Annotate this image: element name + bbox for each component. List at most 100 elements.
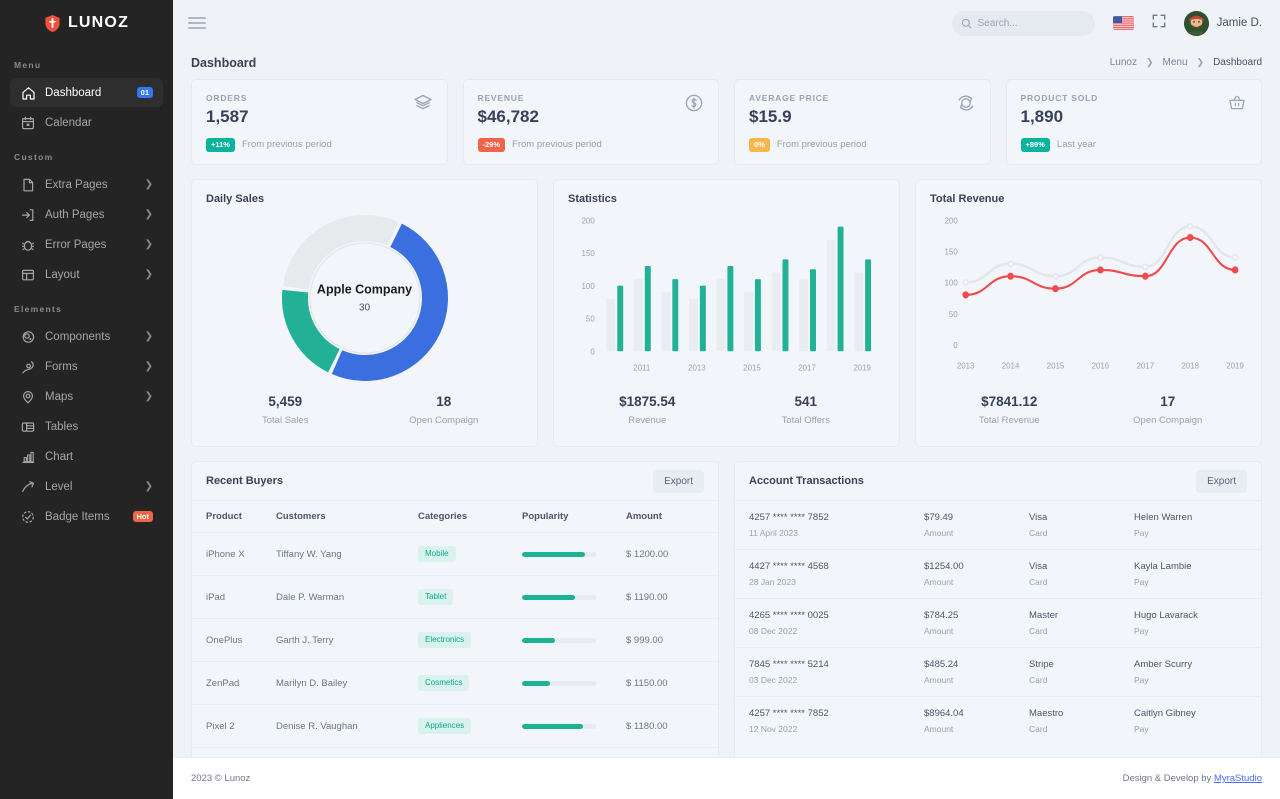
sidebar-item-chart[interactable]: Chart: [10, 442, 163, 471]
txn-card-col: Visa Card: [1029, 512, 1134, 538]
sidebar-item-dashboard[interactable]: Dashboard01: [10, 78, 163, 107]
x-tick-label: 2019: [1226, 361, 1244, 370]
expand-icon[interactable]: [1152, 14, 1166, 33]
table-row[interactable]: OnePlusGarth J. TerryElectronics$ 999.00: [192, 619, 718, 662]
txn-card-type: Maestro: [1029, 708, 1134, 719]
txn-amount-col: $485.24Amount: [924, 659, 1029, 685]
sidebar-item-calendar[interactable]: Calendar: [10, 108, 163, 137]
txn-name-col: Hugo LavarackPay: [1134, 610, 1247, 636]
transaction-row[interactable]: 4257 **** **** 785211 April 2023$79.49Am…: [735, 501, 1261, 550]
stat-chip: -29%: [478, 138, 506, 152]
sidebar-badge: Hot: [133, 511, 154, 523]
txn-amount-col: $8964.04Amount: [924, 708, 1029, 734]
refresh-circle-icon: [956, 93, 976, 113]
cell-category: Appliences: [418, 705, 522, 748]
hamburger-icon[interactable]: [188, 14, 206, 32]
stat-footer: -29%From previous period: [478, 138, 705, 152]
statistics-bar-chart: 05010015020020112013201520172019: [568, 205, 885, 390]
table-row[interactable]: iPadDale P. WarmanTablet$ 1190.00: [192, 576, 718, 619]
line-data-point: [1098, 267, 1103, 273]
table-row[interactable]: iPhone XTiffany W. YangMobile$ 1200.00: [192, 533, 718, 576]
export-buyers-button[interactable]: Export: [653, 470, 704, 493]
bar-background: [799, 279, 808, 351]
sidebar-item-layout[interactable]: Layout❯: [10, 260, 163, 289]
sidebar-item-label: Chart: [45, 451, 153, 463]
statistics-footer: $1875.54 Revenue 541 Total Offers: [568, 390, 885, 446]
x-tick-label: 2013: [688, 363, 706, 372]
txn-card-type: Visa: [1029, 512, 1134, 523]
line-data-point: [1188, 235, 1193, 241]
sidebar-item-components[interactable]: Components❯: [10, 322, 163, 351]
y-tick-label: 200: [582, 216, 596, 225]
cell-product: Pixel 2: [192, 705, 276, 748]
total-sales-value: 5,459: [206, 394, 365, 409]
transaction-row[interactable]: 4265 **** **** 002508 Dec 2022$784.25Amo…: [735, 599, 1261, 648]
transaction-row[interactable]: 4427 **** **** 456828 Jan 2023$1254.00Am…: [735, 550, 1261, 599]
table-row[interactable]: Pixel 2Jeffery R. WilsonMobile$ 1180.00: [192, 748, 718, 758]
table-row[interactable]: Pixel 2Denise R. VaughanAppliences$ 1180…: [192, 705, 718, 748]
sidebar-item-label: Level: [45, 481, 145, 493]
sidebar-item-forms[interactable]: Forms❯: [10, 352, 163, 381]
footer-credit: Design & Develop by MyraStudio: [1123, 773, 1262, 784]
statistics-card: Statistics 05010015020020112013201520172…: [553, 179, 900, 447]
transaction-row[interactable]: 4257 **** **** 785212 Nov 2022$8964.04Am…: [735, 697, 1261, 745]
user-menu[interactable]: Jamie D.: [1184, 11, 1262, 36]
stat-card-orders: ORDERS1,587+11%From previous period: [191, 79, 448, 165]
cell-customer: Tiffany W. Yang: [276, 533, 418, 576]
table-header-row: ProductCustomersCategoriesPopularityAmou…: [192, 501, 718, 533]
chevron-right-icon: ❯: [145, 240, 153, 250]
open-campaign-value-2: 17: [1089, 394, 1248, 409]
cell-product: OnePlus: [192, 619, 276, 662]
breadcrumb-item-0[interactable]: Lunoz: [1110, 57, 1137, 68]
txn-date: 28 Jan 2023: [749, 577, 924, 587]
sidebar-item-maps[interactable]: Maps❯: [10, 382, 163, 411]
stat-cards: ORDERS1,587+11%From previous periodREVEN…: [191, 79, 1262, 165]
y-tick-label: 150: [945, 247, 959, 256]
page-header: Dashboard Lunoz ❯ Menu ❯ Dashboard: [173, 46, 1280, 79]
sidebar-item-auth-pages[interactable]: Auth Pages❯: [10, 200, 163, 229]
bar-background: [744, 292, 753, 351]
export-transactions-button[interactable]: Export: [1196, 470, 1247, 493]
stat-card-average-price: AVERAGE PRICE$15.90%From previous period: [734, 79, 991, 165]
txn-name-col: Caitlyn GibneyPay: [1134, 708, 1247, 734]
login-icon: [20, 207, 35, 222]
breadcrumb: Lunoz ❯ Menu ❯ Dashboard: [1110, 57, 1262, 68]
level-icon: [20, 479, 35, 494]
x-tick-label: 2013: [957, 361, 975, 370]
txn-card-number-col: 4257 **** **** 785212 Nov 2022: [749, 708, 924, 734]
total-sales-label: Total Sales: [206, 415, 365, 426]
txn-card-type: Visa: [1029, 561, 1134, 572]
column-header-customers: Customers: [276, 501, 418, 533]
transaction-row[interactable]: 7845 **** **** 521403 Dec 2022$485.24Amo…: [735, 648, 1261, 697]
sidebar-item-tables[interactable]: Tables: [10, 412, 163, 441]
sidebar-item-extra-pages[interactable]: Extra Pages❯: [10, 170, 163, 199]
us-flag-icon[interactable]: [1113, 16, 1134, 30]
x-tick-label: 2017: [1136, 361, 1154, 370]
table-row[interactable]: ZenPadMarilyn D. BaileyCosmetics$ 1150.0…: [192, 662, 718, 705]
donut-segment: [295, 228, 392, 288]
sidebar-item-level[interactable]: Level❯: [10, 472, 163, 501]
sidebar-item-error-pages[interactable]: Error Pages❯: [10, 230, 163, 259]
txn-card-label: Card: [1029, 528, 1134, 538]
cell-popularity: [522, 748, 626, 758]
breadcrumb-item-1[interactable]: Menu: [1163, 57, 1188, 68]
cell-product: iPhone X: [192, 533, 276, 576]
badge-icon: [20, 509, 35, 524]
app-root: LUNOZ MenuDashboard01CalendarCustomExtra…: [0, 0, 1280, 799]
cell-customer: Denise R. Vaughan: [276, 705, 418, 748]
brand-name: LUNOZ: [68, 14, 129, 32]
bar-background: [854, 273, 863, 352]
dashboard-content: ORDERS1,587+11%From previous periodREVEN…: [173, 79, 1280, 757]
search-box[interactable]: [952, 11, 1095, 36]
search-input[interactable]: [978, 18, 1110, 29]
sidebar-item-label: Forms: [45, 361, 145, 373]
txn-amount-label: Amount: [924, 626, 1029, 636]
cell-category: Cosmetics: [418, 662, 522, 705]
sidebar-item-badge-items[interactable]: Badge ItemsHot: [10, 502, 163, 531]
daily-sales-footer: 5,459 Total Sales 18 Open Compaign: [206, 390, 523, 446]
account-transactions-panel: Account Transactions Export 4257 **** **…: [734, 461, 1262, 757]
line-data-point: [1233, 267, 1238, 273]
brand-logo[interactable]: LUNOZ: [0, 0, 173, 46]
footer-studio-link[interactable]: MyraStudio: [1214, 773, 1262, 784]
x-tick-label: 2014: [1002, 361, 1020, 370]
